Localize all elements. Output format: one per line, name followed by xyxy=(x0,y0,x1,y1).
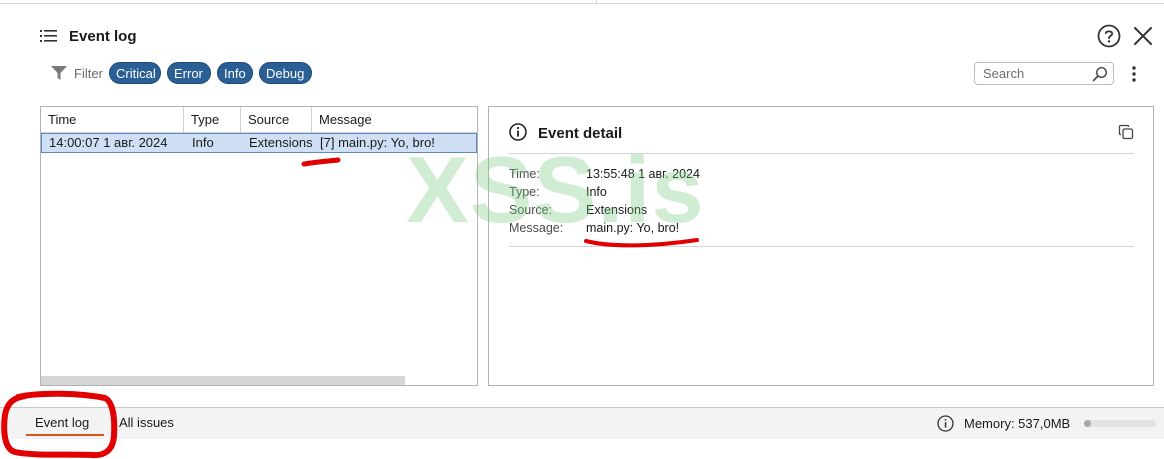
column-header-time[interactable]: Time xyxy=(41,107,184,132)
bottom-status-bar: Event log All issues Memory: 537,0MB xyxy=(0,407,1164,439)
memory-usage: Memory: 537,0MB xyxy=(964,416,1071,431)
search-box xyxy=(974,62,1114,85)
detail-label-source: Source: xyxy=(509,203,553,217)
detail-title: Event detail xyxy=(538,125,623,142)
column-header-source[interactable]: Source xyxy=(241,107,312,132)
detail-value-message: main.py: Yo, bro! xyxy=(586,221,680,235)
detail-value-time: 13:55:48 1 авг. 2024 xyxy=(586,167,700,181)
divider xyxy=(509,246,1134,247)
top-divider xyxy=(596,0,597,4)
column-header-type[interactable]: Type xyxy=(184,107,241,132)
tab-all-issues[interactable]: All issues xyxy=(119,415,174,430)
tab-event-log[interactable]: Event log xyxy=(35,415,89,430)
horizontal-scrollbar[interactable] xyxy=(41,376,405,385)
info-icon xyxy=(509,123,527,141)
detail-label-time: Time: xyxy=(509,167,540,181)
memory-bar xyxy=(1084,420,1156,427)
table-row[interactable]: 14:00:07 1 авг. 2024 Info Extensions [7]… xyxy=(41,133,477,153)
filter-icon[interactable] xyxy=(50,65,68,81)
detail-label-message: Message: xyxy=(509,221,564,235)
filter-chip-critical[interactable]: Critical xyxy=(109,62,161,84)
search-icon[interactable] xyxy=(1092,66,1108,82)
copy-icon[interactable] xyxy=(1118,124,1134,140)
cell-source: Extensions xyxy=(249,135,313,150)
info-icon xyxy=(937,415,954,432)
filter-chip-debug[interactable]: Debug xyxy=(259,62,312,84)
list-icon xyxy=(40,30,57,42)
active-tab-indicator xyxy=(26,434,104,436)
filter-chip-info[interactable]: Info xyxy=(217,62,253,84)
detail-label-type: Type: xyxy=(509,185,540,199)
event-table: Time Type Source Message 14:00:07 1 авг.… xyxy=(40,106,478,386)
help-icon[interactable] xyxy=(1097,24,1121,48)
cell-time: 14:00:07 1 авг. 2024 xyxy=(49,135,168,150)
filter-label: Filter xyxy=(74,66,103,81)
divider xyxy=(509,153,1134,154)
more-vertical-icon[interactable] xyxy=(1128,64,1140,84)
page-title: Event log xyxy=(69,28,137,45)
cell-type: Info xyxy=(192,135,214,150)
top-border xyxy=(0,0,1164,4)
filter-chip-error[interactable]: Error xyxy=(167,62,211,84)
table-header: Time Type Source Message xyxy=(41,107,477,133)
close-icon[interactable] xyxy=(1132,25,1154,47)
memory-bar-fill xyxy=(1084,420,1092,427)
search-input[interactable] xyxy=(983,66,1083,81)
cell-message: [7] main.py: Yo, bro! xyxy=(320,135,435,150)
column-header-message[interactable]: Message xyxy=(312,107,477,132)
detail-value-type: Info xyxy=(586,185,607,199)
detail-value-source: Extensions xyxy=(586,203,648,217)
event-detail-panel: Event detail Time: 13:55:48 1 авг. 2024 … xyxy=(488,106,1154,386)
